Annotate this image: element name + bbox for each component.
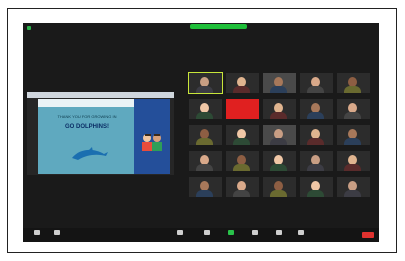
participant-tile[interactable]	[337, 99, 370, 119]
participant-tile[interactable]	[337, 73, 370, 93]
participants-icon	[204, 230, 210, 235]
participant-tile[interactable]	[300, 73, 333, 93]
participant-tile[interactable]	[189, 151, 222, 171]
participant-tile[interactable]	[263, 151, 296, 171]
reactions-button[interactable]	[293, 230, 309, 240]
participant-body	[307, 112, 324, 119]
participant-body	[270, 112, 287, 119]
participant-tile[interactable]	[263, 99, 296, 119]
slide-text-line1: THANK YOU FOR GROWING IN	[57, 114, 117, 119]
kids-illustration-icon	[142, 134, 162, 151]
participant-body	[307, 190, 324, 197]
participant-tile[interactable]	[300, 177, 333, 197]
participant-tile[interactable]	[226, 73, 259, 93]
participant-body	[270, 86, 287, 93]
shield-icon	[177, 230, 183, 235]
participant-body	[344, 86, 361, 93]
chat-icon	[252, 230, 258, 235]
participant-body	[233, 190, 250, 197]
participant-body	[233, 138, 250, 145]
participant-body	[307, 86, 324, 93]
participant-tile[interactable]	[263, 73, 296, 93]
participant-tile[interactable]	[226, 99, 259, 119]
participant-tile[interactable]	[226, 177, 259, 197]
slide-text-line2: GO DOLPHINS!	[64, 124, 109, 130]
participant-body	[270, 164, 287, 171]
share-screen-button[interactable]	[223, 230, 239, 240]
participant-tile[interactable]	[226, 151, 259, 171]
participant-body	[307, 138, 324, 145]
participant-body	[196, 138, 213, 145]
recording-indicator[interactable]	[190, 24, 247, 29]
participants-button[interactable]	[199, 230, 215, 240]
record-icon	[276, 230, 282, 235]
security-button[interactable]	[172, 230, 188, 240]
share-screen-icon	[228, 230, 234, 235]
participant-body	[196, 190, 213, 197]
participant-body	[344, 190, 361, 197]
participant-body	[344, 138, 361, 145]
participant-tile[interactable]	[300, 151, 333, 171]
participant-tile[interactable]	[189, 99, 222, 119]
slide-panel: THANK YOU FOR GROWING IN GO DOLPHINS!	[38, 99, 134, 174]
slide-side-panel	[134, 99, 170, 174]
shared-screen: THANK YOU FOR GROWING IN GO DOLPHINS!	[27, 92, 174, 175]
participant-tile[interactable]	[300, 99, 333, 119]
participant-tile[interactable]	[189, 125, 222, 145]
shared-screen-toolbar	[27, 92, 174, 98]
participant-tile[interactable]	[263, 177, 296, 197]
participant-body	[344, 112, 361, 119]
bottom-toolbar	[23, 228, 379, 242]
record-button[interactable]	[271, 230, 287, 240]
participant-tile[interactable]	[337, 125, 370, 145]
end-meeting-button[interactable]	[362, 232, 374, 238]
video-meeting-window: THANK YOU FOR GROWING IN GO DOLPHINS!	[23, 23, 379, 242]
participant-body	[270, 138, 287, 145]
participant-body	[233, 164, 250, 171]
reactions-icon	[298, 230, 304, 235]
dolphin-icon	[72, 147, 108, 160]
participant-tile[interactable]	[226, 125, 259, 145]
microphone-icon	[34, 230, 40, 235]
shield-icon[interactable]	[27, 26, 31, 30]
camera-icon	[54, 230, 60, 235]
top-bar	[23, 23, 379, 33]
participant-body	[344, 164, 361, 171]
participant-body	[233, 86, 250, 93]
participant-body	[196, 164, 213, 171]
stop-video-button[interactable]	[49, 230, 65, 240]
participant-tile[interactable]	[337, 177, 370, 197]
participant-tile[interactable]	[263, 125, 296, 145]
mute-button[interactable]	[29, 230, 45, 240]
participant-tile[interactable]	[300, 125, 333, 145]
chat-button[interactable]	[247, 230, 263, 240]
participant-tile[interactable]	[337, 151, 370, 171]
participant-grid	[188, 72, 377, 203]
participant-body	[270, 190, 287, 197]
participant-body	[196, 112, 213, 119]
participant-body	[196, 86, 213, 93]
participant-tile[interactable]	[189, 177, 222, 197]
slide-header-bar	[38, 99, 134, 107]
participant-tile[interactable]	[188, 72, 223, 94]
participant-body	[307, 164, 324, 171]
